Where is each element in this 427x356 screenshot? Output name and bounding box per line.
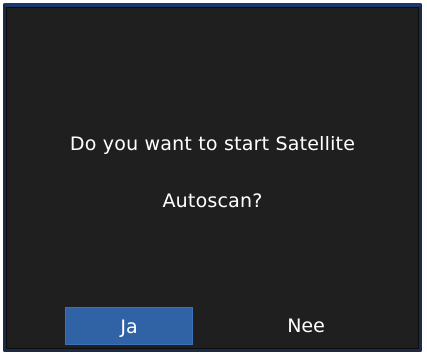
yes-button[interactable]: Ja	[65, 307, 193, 345]
dialog-message-line2: Autoscan?	[162, 190, 263, 212]
no-button[interactable]: Nee	[242, 307, 370, 345]
autoscan-confirm-dialog: Do you want to start Satellite Autoscan?…	[3, 3, 422, 352]
dialog-message-line1: Do you want to start Satellite	[69, 133, 356, 155]
screen: Do you want to start Satellite Autoscan?…	[0, 0, 427, 356]
